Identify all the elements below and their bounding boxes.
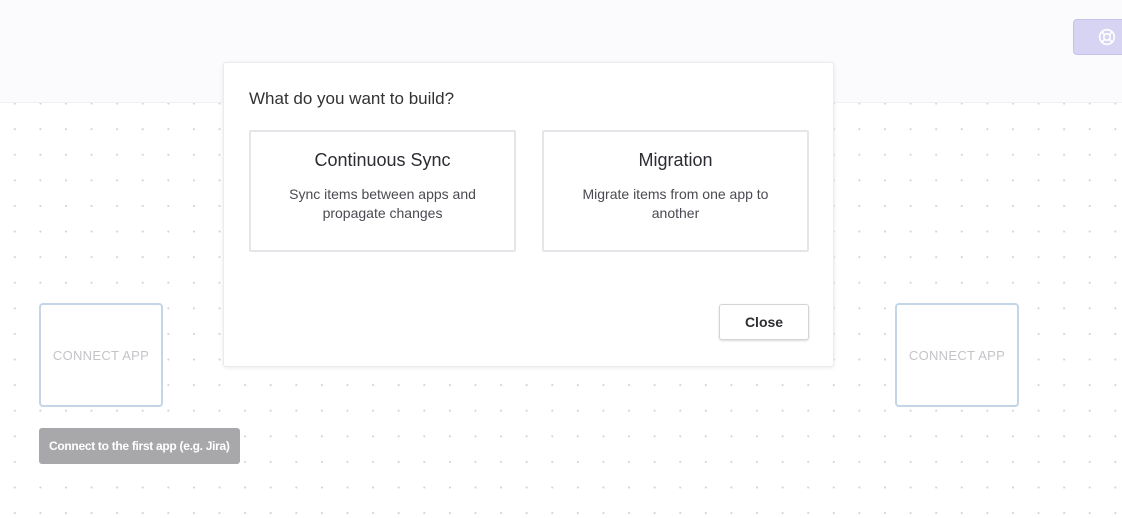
continuous-sync-option[interactable]: Continuous Sync Sync items between apps …: [249, 130, 516, 252]
connect-app-node-left[interactable]: CONNECT APP: [39, 303, 163, 407]
close-button[interactable]: Close: [719, 304, 809, 340]
lifebuoy-icon: [1098, 28, 1116, 46]
connect-app-node-right[interactable]: CONNECT APP: [895, 303, 1019, 407]
connect-hint-tooltip: Connect to the first app (e.g. Jira): [39, 428, 240, 464]
option-description: Sync items between apps and propagate ch…: [289, 186, 476, 221]
connect-app-label: CONNECT APP: [908, 347, 1006, 363]
option-description: Migrate items from one app to another: [582, 186, 769, 221]
option-title: Continuous Sync: [314, 150, 451, 170]
option-title: Migration: [638, 150, 713, 170]
connect-app-label: CONNECT APP: [52, 347, 150, 363]
build-type-dialog: What do you want to build? Continuous Sy…: [223, 62, 834, 367]
migration-option[interactable]: Migration Migrate items from one app to …: [542, 130, 809, 252]
help-button[interactable]: [1073, 19, 1122, 55]
dialog-title: What do you want to build?: [249, 89, 455, 108]
